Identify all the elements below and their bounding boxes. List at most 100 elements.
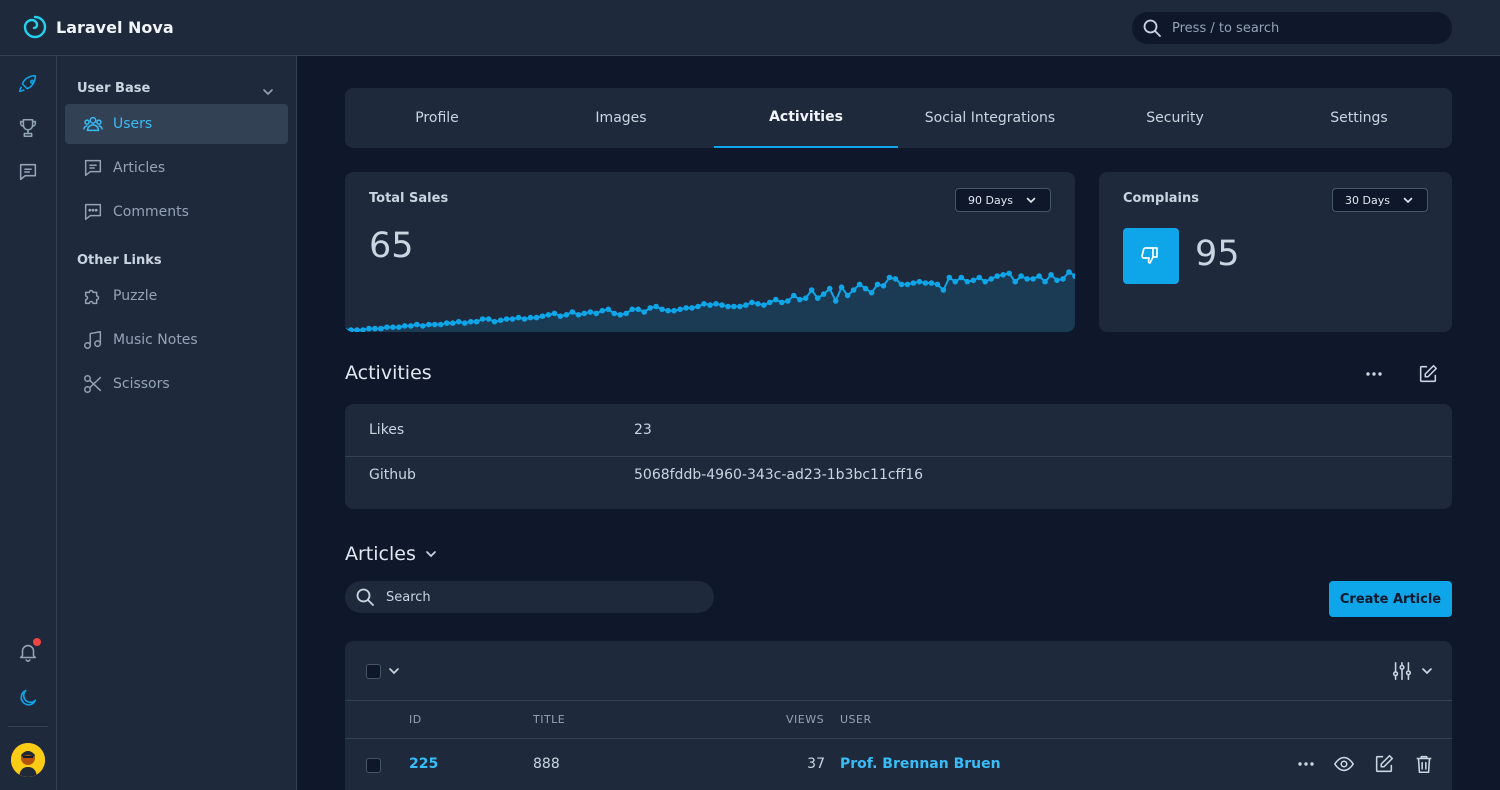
view-icon[interactable]: [1333, 753, 1355, 775]
sales-point-119[interactable]: [1054, 277, 1060, 284]
sales-point-7[interactable]: [384, 324, 390, 330]
sales-point-19[interactable]: [455, 318, 462, 325]
articles-search-input[interactable]: [386, 589, 686, 605]
sales-point-70[interactable]: [761, 302, 767, 308]
tab-profile[interactable]: Profile: [345, 88, 529, 148]
sales-point-52[interactable]: [653, 303, 659, 310]
sales-point-17[interactable]: [443, 320, 450, 326]
moon-icon[interactable]: [17, 687, 39, 709]
sales-point-32[interactable]: [533, 314, 540, 321]
sales-point-56[interactable]: [677, 306, 683, 313]
sales-point-33[interactable]: [539, 313, 546, 319]
sales-point-45[interactable]: [611, 310, 618, 317]
tab-images[interactable]: Images: [529, 88, 713, 148]
global-search[interactable]: Press / to search: [1132, 12, 1452, 44]
sales-point-35[interactable]: [551, 310, 558, 317]
sales-point-78[interactable]: [808, 287, 815, 293]
sales-point-72[interactable]: [773, 296, 779, 303]
trophy-icon[interactable]: [17, 117, 39, 139]
sales-point-80[interactable]: [820, 291, 827, 297]
column-header-views[interactable]: VIEWS: [786, 713, 824, 726]
sales-point-51[interactable]: [647, 305, 653, 311]
edit-icon[interactable]: [1416, 362, 1440, 386]
sales-point-29[interactable]: [515, 314, 522, 321]
sales-point-81[interactable]: [826, 285, 833, 292]
sales-point-105[interactable]: [970, 277, 977, 284]
sales-point-58[interactable]: [689, 305, 695, 311]
sales-point-60[interactable]: [701, 301, 707, 307]
sales-point-86[interactable]: [856, 281, 863, 288]
sales-point-44[interactable]: [605, 306, 612, 313]
sales-point-100[interactable]: [940, 287, 947, 293]
tab-social-integrations[interactable]: Social Integrations: [898, 88, 1082, 148]
sales-point-11[interactable]: [408, 323, 414, 329]
sales-point-64[interactable]: [725, 303, 731, 310]
sales-point-30[interactable]: [521, 316, 528, 322]
sales-point-12[interactable]: [414, 321, 420, 328]
bell-icon[interactable]: [17, 638, 41, 663]
sales-point-6[interactable]: [378, 325, 384, 332]
sales-point-10[interactable]: [402, 323, 408, 329]
avatar[interactable]: [11, 743, 45, 777]
sales-point-13[interactable]: [420, 323, 426, 329]
column-header-id[interactable]: ID: [409, 713, 422, 726]
sales-point-59[interactable]: [695, 303, 701, 310]
sales-point-83[interactable]: [838, 284, 845, 290]
sales-point-65[interactable]: [731, 303, 737, 310]
sidebar-item-scissors[interactable]: Scissors: [65, 364, 288, 404]
sales-point-117[interactable]: [1042, 278, 1048, 285]
sales-point-55[interactable]: [671, 307, 677, 314]
sales-point-14[interactable]: [426, 321, 432, 328]
articles-search[interactable]: [345, 581, 714, 613]
sales-point-57[interactable]: [683, 305, 689, 311]
sales-point-9[interactable]: [396, 324, 402, 330]
sales-point-115[interactable]: [1030, 276, 1036, 282]
sales-point-101[interactable]: [946, 274, 953, 281]
articles-heading[interactable]: Articles: [345, 543, 438, 565]
sales-point-62[interactable]: [713, 301, 719, 307]
sales-point-118[interactable]: [1048, 272, 1054, 278]
sales-point-46[interactable]: [617, 312, 623, 318]
sales-point-108[interactable]: [988, 276, 994, 282]
row-user-link[interactable]: Prof. Brennan Bruen: [840, 756, 1001, 772]
sales-point-98[interactable]: [928, 280, 935, 286]
sales-point-85[interactable]: [850, 287, 857, 293]
sidebar-item-articles[interactable]: Articles: [65, 148, 288, 188]
sales-point-110[interactable]: [1000, 272, 1006, 278]
sales-point-96[interactable]: [916, 278, 923, 285]
rocket-icon[interactable]: [17, 73, 39, 95]
sales-point-104[interactable]: [964, 278, 971, 285]
sales-point-107[interactable]: [982, 278, 988, 285]
sales-point-99[interactable]: [934, 281, 941, 288]
sales-point-23[interactable]: [479, 316, 486, 322]
sales-point-61[interactable]: [707, 302, 713, 308]
chevron-down-icon[interactable]: [261, 85, 275, 99]
sales-point-54[interactable]: [665, 307, 671, 314]
sidebar-item-comments[interactable]: Comments: [65, 192, 288, 232]
row-checkbox[interactable]: [366, 758, 381, 773]
tab-activities[interactable]: Activities: [714, 88, 898, 148]
edit-icon[interactable]: [1373, 753, 1395, 775]
sales-point-53[interactable]: [659, 306, 665, 313]
column-header-title[interactable]: TITLE: [533, 713, 565, 726]
sales-point-89[interactable]: [874, 281, 881, 288]
sales-point-71[interactable]: [767, 299, 773, 306]
sales-point-79[interactable]: [814, 295, 821, 301]
sales-point-27[interactable]: [503, 316, 510, 322]
sidebar-item-puzzle[interactable]: Puzzle: [65, 276, 288, 316]
sales-point-73[interactable]: [779, 299, 785, 306]
sales-point-116[interactable]: [1036, 273, 1042, 279]
sales-point-93[interactable]: [898, 281, 905, 288]
column-header-user[interactable]: USER: [840, 713, 872, 726]
sales-point-28[interactable]: [509, 316, 516, 322]
sales-point-47[interactable]: [623, 310, 629, 317]
chevron-down-icon[interactable]: [387, 664, 401, 678]
sales-point-87[interactable]: [862, 285, 869, 292]
brand[interactable]: Laravel Nova: [22, 14, 174, 40]
sales-point-109[interactable]: [994, 273, 1000, 279]
sales-point-68[interactable]: [749, 299, 755, 306]
sales-point-16[interactable]: [437, 321, 444, 328]
sales-point-82[interactable]: [832, 298, 839, 304]
sales-point-97[interactable]: [922, 280, 929, 286]
sales-point-77[interactable]: [802, 295, 809, 301]
